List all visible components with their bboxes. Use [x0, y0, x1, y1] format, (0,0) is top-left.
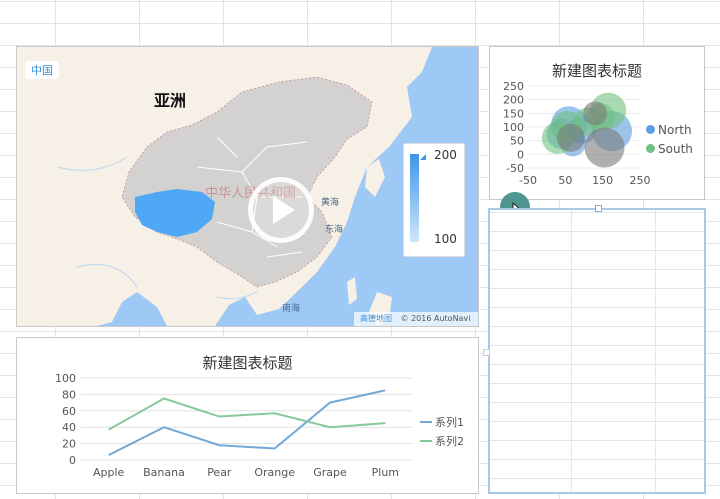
asia-label: 亚洲: [154, 91, 187, 110]
region-tag[interactable]: 中国: [25, 61, 59, 79]
attribution: 高德地图 © 2016 AutoNavi: [354, 312, 478, 326]
attribution-text: © 2016 AutoNavi: [400, 314, 471, 323]
y-tick-label: 0: [69, 454, 76, 467]
x-tick-label: 50: [558, 174, 572, 187]
y-tick-label: 50: [510, 135, 524, 148]
bubble: [556, 123, 585, 152]
y-tick-label: 200: [503, 94, 524, 107]
legend-item-north[interactable]: North: [646, 123, 692, 137]
huanghai-label: 黄海: [321, 198, 340, 208]
embedded-sheet[interactable]: [488, 205, 706, 494]
y-tick-label: 150: [503, 107, 524, 120]
donghai-label: 东海: [325, 225, 344, 235]
y-tick-label: 0: [517, 148, 524, 161]
heat-gradient: [410, 154, 419, 242]
x-tick-label: Pear: [207, 466, 232, 479]
x-tick-label: 150: [592, 174, 613, 187]
y-tick-label: 100: [55, 372, 76, 385]
x-tick-label: Plum: [372, 466, 399, 479]
line-chart[interactable]: 新建图表标题 100 80 60 40 20 0 Apple Banana Pear Orange…: [16, 337, 479, 494]
bubble-chart[interactable]: 新建图表标题 250 200 150 100 50 0 -50 -50 50 150 250 Nor…: [489, 46, 705, 200]
x-tick-label: Orange: [254, 466, 295, 479]
series-line-2: [108, 397, 386, 431]
legend-swatch-south: [646, 144, 655, 153]
x-tick-label: Grape: [313, 466, 347, 479]
play-button[interactable]: [248, 177, 314, 243]
x-tick-label: -50: [519, 174, 537, 187]
legend-label-north: North: [658, 123, 692, 137]
bubble: [584, 127, 625, 168]
line-plot: 100 80 60 40 20 0 Apple Banana Pear Orange Grape Pl…: [55, 372, 464, 479]
map-chart[interactable]: 中国 亚洲 中华人民共和国 黄海 东海 南海 200 100 高德地图 © 20…: [16, 46, 479, 327]
attribution-logo: 高德地图: [360, 314, 392, 323]
heat-legend: 200 100: [403, 143, 465, 257]
play-icon: [273, 196, 295, 224]
nanhai-label: 南海: [282, 304, 301, 314]
legend-max: 200: [434, 148, 457, 162]
legend-label: 系列2: [435, 434, 464, 448]
x-tick-label: 250: [630, 174, 651, 187]
y-tick-label: 20: [62, 438, 76, 451]
legend-label-south: South: [658, 142, 693, 156]
heat-max-marker[interactable]: [420, 154, 426, 160]
x-tick-label: Banana: [143, 466, 185, 479]
resize-handle-top[interactable]: [595, 205, 602, 212]
y-tick-label: 60: [62, 405, 76, 418]
legend-min: 100: [434, 232, 457, 246]
legend-swatch-north: [646, 125, 655, 134]
y-tick-label: 40: [62, 421, 76, 434]
x-tick-label: Apple: [93, 466, 125, 479]
y-tick-label: 250: [503, 80, 524, 93]
series-line-1: [108, 389, 386, 456]
y-tick-label: 80: [62, 388, 76, 401]
bubble: [583, 101, 608, 126]
legend-label: 系列1: [435, 415, 464, 429]
legend-item-south[interactable]: South: [646, 142, 693, 156]
resize-handle-left[interactable]: [483, 349, 490, 356]
y-tick-label: 100: [503, 121, 524, 134]
